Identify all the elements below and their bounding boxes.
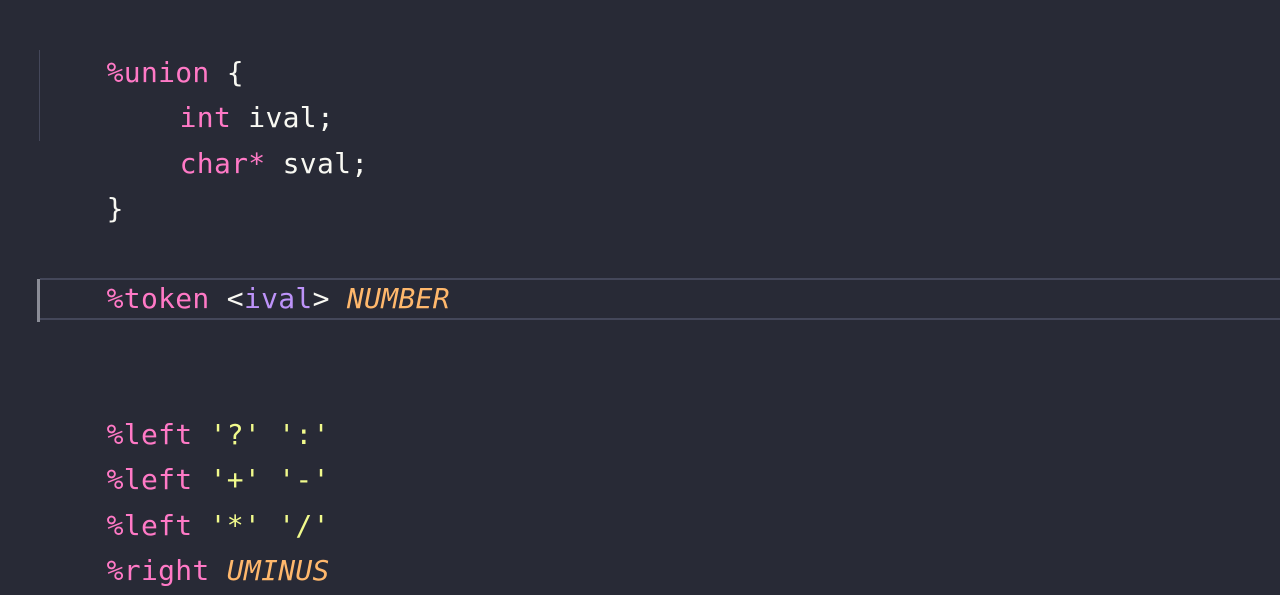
brace-token: }: [106, 192, 124, 225]
code-editor[interactable]: %union { int ival; char* sval; } %token …: [0, 0, 1280, 595]
token-name: NUMBER: [346, 282, 450, 315]
type-token: char: [179, 147, 249, 180]
angle-open-token: <: [226, 282, 244, 315]
code-line-6[interactable]: %token <ival> NUMBER: [38, 231, 450, 315]
directive-token: %token: [106, 282, 210, 315]
code-line-12[interactable]: %right UMINUS: [38, 503, 330, 587]
code-line-2[interactable]: int ival;: [38, 50, 334, 134]
code-line-1[interactable]: %union {: [38, 5, 244, 89]
code-line-11[interactable]: %left '*' '/': [38, 458, 330, 542]
token-name: UMINUS: [226, 554, 330, 587]
code-line-3[interactable]: char* sval;: [38, 96, 368, 180]
pointer-token: *: [248, 147, 266, 180]
identifier-token: sval: [282, 147, 352, 180]
directive-token: %right: [106, 554, 210, 587]
type-tag-token: ival: [243, 282, 313, 315]
semicolon-token: ;: [351, 147, 369, 180]
code-line-10[interactable]: %left '+' '-': [38, 412, 330, 496]
code-line-4[interactable]: }: [38, 141, 124, 225]
angle-close-token: >: [312, 282, 330, 315]
code-line-9[interactable]: %left '?' ':': [38, 367, 330, 451]
